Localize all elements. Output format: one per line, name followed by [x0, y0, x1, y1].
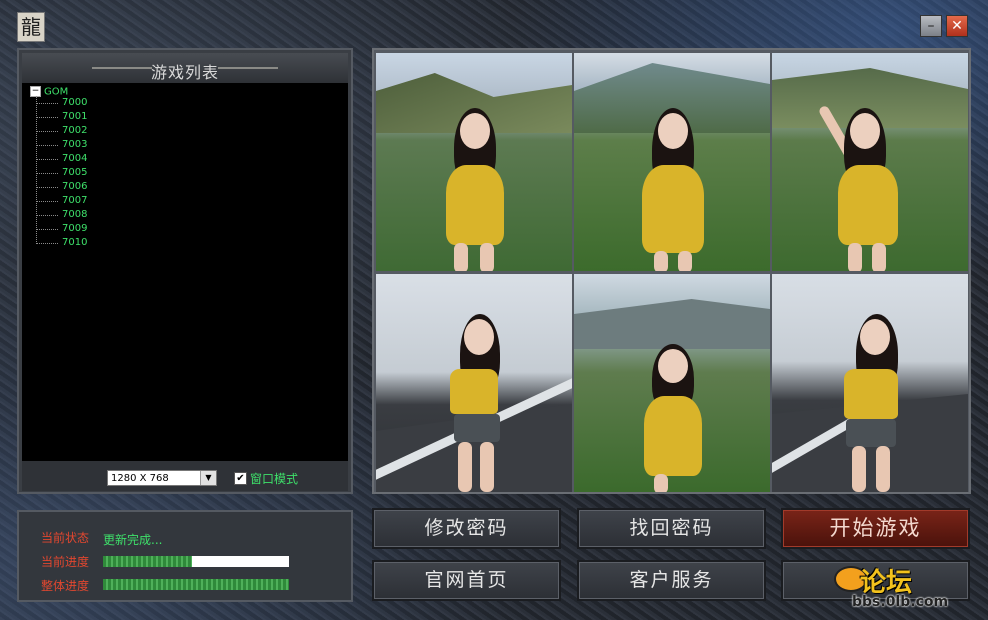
- tree-item-server[interactable]: 7006: [36, 180, 87, 194]
- current-status-label: 当前状态: [41, 531, 90, 545]
- current-status-value: 更新完成...: [103, 533, 163, 547]
- overall-progress-fill: [103, 579, 289, 590]
- dragon-logo-icon: 龍: [17, 12, 45, 42]
- tree-item-server[interactable]: 7002: [36, 124, 87, 138]
- change-password-button[interactable]: 修改密码: [372, 508, 561, 549]
- overall-progress-bar: [103, 579, 289, 590]
- resolution-value: 1280 X 768: [111, 473, 169, 484]
- promo-image-2: [574, 53, 770, 271]
- window-mode-checkbox[interactable]: ✔: [234, 472, 247, 485]
- tree-item-server[interactable]: 7004: [36, 152, 87, 166]
- window-mode-label[interactable]: 窗口模式: [250, 470, 298, 487]
- overall-progress-label: 整体进度: [41, 579, 90, 593]
- game-list-panel: 游戏列表 − GOM 7000 7001 7002 7003 7004 7005 7006 70…: [17, 48, 353, 494]
- promo-image-grid: [372, 48, 971, 494]
- promo-image-3: [772, 53, 968, 271]
- tree-item-server[interactable]: 7005: [36, 166, 87, 180]
- minimize-button[interactable]: –: [920, 15, 942, 37]
- start-game-button[interactable]: 开始游戏: [781, 508, 970, 549]
- promo-image-4: [376, 274, 572, 492]
- close-button[interactable]: ✕: [946, 15, 968, 37]
- forum-watermark: 论坛 bbs.0lb.com: [832, 560, 978, 614]
- server-tree[interactable]: − GOM 7000 7001 7002 7003 7004 7005 7006 7007 700…: [22, 83, 348, 461]
- tree-item-server[interactable]: 7000: [36, 96, 87, 110]
- customer-service-button[interactable]: 客户服务: [577, 560, 766, 601]
- status-panel: 当前状态 更新完成... 当前进度 整体进度: [17, 510, 353, 602]
- game-list-title: 游戏列表: [150, 63, 219, 82]
- promo-image-5: [574, 274, 770, 492]
- tree-item-server[interactable]: 7010: [36, 236, 87, 250]
- current-progress-label: 当前进度: [41, 555, 90, 569]
- current-progress-fill: [103, 556, 193, 567]
- dropdown-arrow-icon[interactable]: ▼: [200, 471, 216, 485]
- game-list-header: 游戏列表: [22, 53, 348, 83]
- tree-item-server[interactable]: 7001: [36, 110, 87, 124]
- tree-item-server[interactable]: 7007: [36, 194, 87, 208]
- tree-item-server[interactable]: 7003: [36, 138, 87, 152]
- watermark-url: bbs.0lb.com: [852, 594, 949, 610]
- resolution-select[interactable]: 1280 X 768 ▼: [107, 470, 217, 486]
- promo-image-6: [772, 274, 968, 492]
- display-options-bar: 1280 X 768 ▼ ✔ 窗口模式: [22, 461, 348, 491]
- tree-items: 7000 7001 7002 7003 7004 7005 7006 7007 7008 7009…: [36, 96, 87, 250]
- current-progress-bar: [103, 556, 289, 567]
- recover-password-button[interactable]: 找回密码: [577, 508, 766, 549]
- tree-item-server[interactable]: 7009: [36, 222, 87, 236]
- promo-image-1: [376, 53, 572, 271]
- tree-item-server[interactable]: 7008: [36, 208, 87, 222]
- official-site-button[interactable]: 官网首页: [372, 560, 561, 601]
